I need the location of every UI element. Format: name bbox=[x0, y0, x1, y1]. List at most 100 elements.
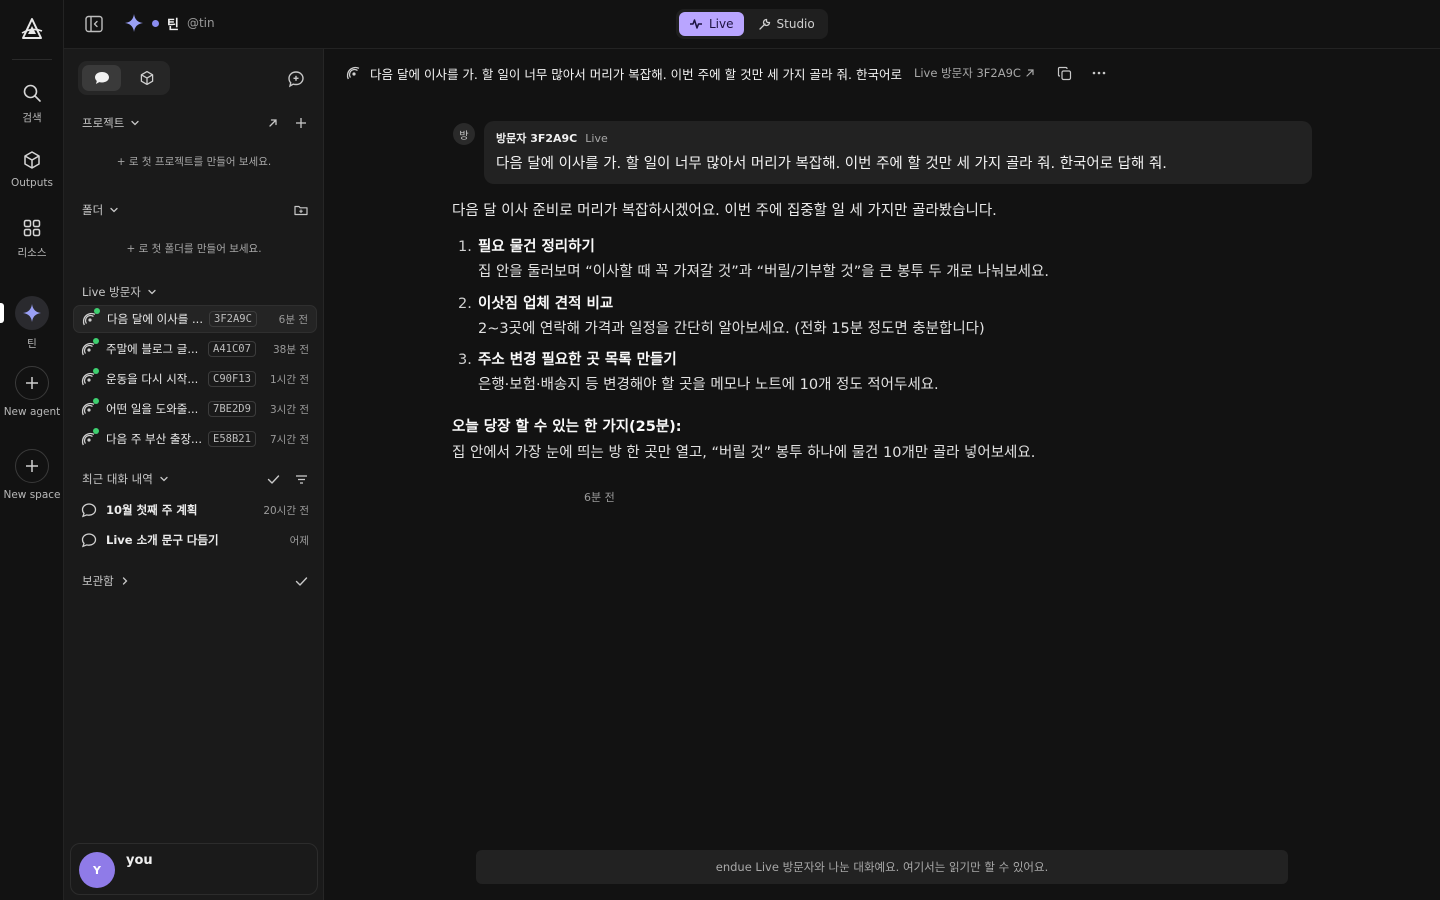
folders-empty-hint[interactable]: + 로 첫 폴더를 만들어 보세요. bbox=[64, 241, 324, 256]
more-options-icon[interactable] bbox=[1091, 65, 1107, 81]
chat-view-button[interactable] bbox=[82, 65, 121, 91]
rail-item-agent-tin[interactable]: 틴 bbox=[0, 296, 64, 351]
step-description: 은행·보험·배송지 등 변경해야 할 곳을 메모나 노트에 10개 정도 적어두… bbox=[478, 377, 939, 393]
cube-icon bbox=[139, 70, 155, 86]
rail-item-search[interactable]: 검색 bbox=[0, 82, 64, 125]
conversation-header: 다음 달에 이사를 가. 할 일이 너무 많아서 머리가 복잡해. 이번 주에 … bbox=[346, 63, 1406, 83]
live-visitor-item[interactable]: 어떤 일을 도와줄... 7BE2D9 3시간 전 bbox=[73, 395, 317, 423]
projects-section-header: 프로젝트 bbox=[82, 114, 308, 132]
step-number: 1. bbox=[458, 239, 472, 255]
expand-arrow-icon[interactable] bbox=[266, 116, 280, 130]
conversation-panel: 다음 달에 이사를 가. 할 일이 너무 많아서 머리가 복잡해. 이번 주에 … bbox=[324, 49, 1440, 900]
chevron-down-icon bbox=[109, 205, 119, 215]
rail-label-search: 검색 bbox=[22, 112, 42, 124]
rail-label-new-space: New space bbox=[3, 489, 61, 501]
select-check-icon[interactable] bbox=[266, 472, 280, 486]
online-dot bbox=[93, 368, 99, 374]
rail-divider bbox=[12, 59, 52, 60]
history-toggle[interactable]: 최근 대화 내역 bbox=[82, 471, 169, 487]
step-number: 2. bbox=[458, 296, 472, 312]
history-item[interactable]: 10월 첫째 주 계획 20시간 전 bbox=[73, 497, 317, 523]
mode-studio-button[interactable]: Studio bbox=[748, 12, 825, 36]
history-title: 최근 대화 내역 bbox=[82, 472, 153, 486]
online-dot bbox=[94, 308, 100, 314]
archive-toggle[interactable]: 보관함 bbox=[82, 573, 130, 589]
select-check-icon[interactable] bbox=[294, 574, 308, 588]
cube-icon bbox=[21, 149, 43, 171]
chat-bubble-icon bbox=[81, 502, 97, 518]
app-logo-icon[interactable] bbox=[18, 16, 46, 44]
folders-toggle[interactable]: 폴더 bbox=[82, 202, 119, 218]
sidebar-view-switch bbox=[78, 61, 170, 95]
chevron-down-icon bbox=[147, 287, 157, 297]
live-visitor-title: 다음 달에 이사를 ... bbox=[107, 312, 203, 326]
sidebar-toggle-icon[interactable] bbox=[84, 14, 104, 34]
history-item[interactable]: Live 소개 문구 다듬기 어제 bbox=[73, 527, 317, 553]
user-message-bubble: 방문자 3F2A9C Live 다음 달에 이사를 가. 할 일이 너무 많아서… bbox=[484, 121, 1312, 184]
folders-section-header: 폴더 bbox=[82, 201, 308, 219]
copy-icon[interactable] bbox=[1057, 65, 1073, 81]
add-project-plus-icon[interactable] bbox=[294, 116, 308, 130]
visitor-code-badge: 3F2A9C bbox=[209, 311, 257, 327]
rail-item-new-space[interactable]: New space bbox=[0, 449, 64, 501]
today-task-description: 집 안에서 가장 눈에 띄는 방 한 곳만 열고, “버릴 것” 봉투 하나에 … bbox=[452, 445, 1036, 461]
projects-empty-hint[interactable]: + 로 첫 프로젝트를 만들어 보세요. bbox=[64, 154, 324, 169]
archive-title: 보관함 bbox=[82, 574, 114, 588]
top-bar: 틴 @tin Live Studio bbox=[64, 0, 1440, 49]
rail-item-outputs[interactable]: Outputs bbox=[0, 149, 64, 189]
chevron-down-icon bbox=[159, 474, 169, 484]
rail-item-resources[interactable]: 리소스 bbox=[0, 217, 64, 260]
step-description: 집 안을 둘러보며 “이사할 때 꼭 가져갈 것”과 “버릴/기부할 것”을 큰… bbox=[478, 264, 1049, 280]
live-section-title: Live 방문자 bbox=[82, 285, 141, 299]
step-title: 주소 변경 필요한 곳 목록 만들기 bbox=[478, 352, 677, 368]
mode-live-button[interactable]: Live bbox=[679, 12, 744, 36]
app-rail: 검색 Outputs 리소스 틴 New agent New space bbox=[0, 0, 64, 900]
plus-icon bbox=[15, 366, 49, 400]
user-profile-card[interactable]: Y you bbox=[70, 843, 318, 895]
objects-view-button[interactable] bbox=[127, 65, 166, 91]
message-source-tag: Live bbox=[585, 131, 608, 145]
user-name: you bbox=[126, 853, 153, 868]
conversation-title: 다음 달에 이사를 가. 할 일이 너무 많아서 머리가 복잡해. 이번 주에 … bbox=[370, 66, 902, 82]
message-timestamp: 6분 전 bbox=[584, 491, 615, 504]
mode-live-label: Live bbox=[709, 17, 734, 31]
chat-bubble-icon bbox=[81, 532, 97, 548]
visitor-code-badge: 7BE2D9 bbox=[208, 401, 256, 417]
rail-label-outputs: Outputs bbox=[11, 177, 53, 189]
visitor-code-badge: E58B21 bbox=[208, 431, 256, 447]
user-message-text: 다음 달에 이사를 가. 할 일이 너무 많아서 머리가 복잡해. 이번 주에 … bbox=[496, 156, 1167, 172]
live-visitor-item[interactable]: 주말에 블로그 글... A41C07 38분 전 bbox=[73, 335, 317, 363]
step-number: 3. bbox=[458, 352, 472, 368]
agent-status-dot bbox=[152, 19, 159, 27]
diamond-icon bbox=[124, 13, 144, 33]
new-chat-icon[interactable] bbox=[286, 69, 306, 89]
filter-icon[interactable] bbox=[294, 472, 308, 486]
live-visitor-item[interactable]: 운동을 다시 시작... C90F13 1시간 전 bbox=[73, 365, 317, 393]
live-visitor-time: 3시간 전 bbox=[270, 403, 309, 416]
agent-chip[interactable]: 틴 @tin bbox=[124, 13, 215, 33]
mode-switch: Live Studio bbox=[676, 9, 828, 39]
live-toggle[interactable]: Live 방문자 bbox=[82, 284, 157, 300]
rail-item-new-agent[interactable]: New agent bbox=[0, 366, 64, 418]
online-dot bbox=[93, 428, 99, 434]
live-visitor-item[interactable]: 다음 달에 이사를 ... 3F2A9C 6분 전 bbox=[73, 305, 317, 333]
readonly-notice: endue Live 방문자와 나눈 대화예요. 여기서는 읽기만 할 수 있어… bbox=[476, 850, 1288, 884]
chat-bubble-icon bbox=[94, 71, 110, 85]
external-arrow-icon bbox=[1025, 68, 1035, 78]
agent-name: 틴 bbox=[167, 17, 179, 33]
live-visitor-time: 7시간 전 bbox=[270, 433, 309, 446]
history-section-header: 최근 대화 내역 bbox=[82, 470, 308, 488]
visitor-link-label: Live 방문자 3F2A9C bbox=[913, 66, 1021, 80]
visitor-link[interactable]: Live 방문자 3F2A9C bbox=[914, 65, 1035, 81]
visitor-code-badge: C90F13 bbox=[208, 371, 256, 387]
live-visitor-item[interactable]: 다음 주 부산 출장... E58B21 7시간 전 bbox=[73, 425, 317, 453]
diamond-icon bbox=[15, 296, 49, 330]
broadcast-icon bbox=[81, 428, 99, 447]
rail-label-agent: 틴 bbox=[27, 338, 37, 350]
agent-handle: @tin bbox=[186, 16, 215, 30]
visitor-code-badge: A41C07 bbox=[208, 341, 256, 357]
broadcast-icon bbox=[81, 338, 99, 357]
new-folder-icon[interactable] bbox=[294, 203, 308, 217]
chevron-down-icon bbox=[130, 118, 140, 128]
projects-toggle[interactable]: 프로젝트 bbox=[82, 115, 140, 131]
